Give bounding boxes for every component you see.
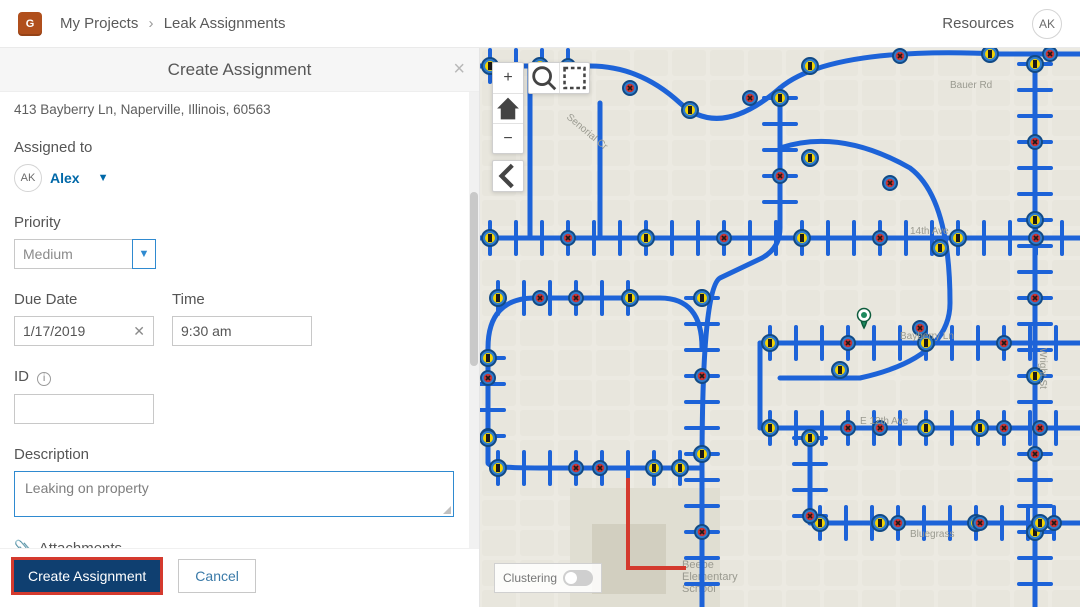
map-search-controls — [528, 62, 590, 94]
panel-footer: Create Assignment Cancel — [0, 548, 479, 607]
select-button[interactable] — [559, 63, 589, 93]
time-label: Time — [172, 291, 312, 308]
address-line: 413 Bayberry Ln, Naperville, Illinois, 6… — [14, 102, 465, 117]
assignee-name: Alex — [50, 170, 80, 186]
cancel-button[interactable]: Cancel — [178, 559, 256, 593]
breadcrumb: My Projects › Leak Assignments — [60, 15, 285, 32]
info-icon[interactable]: i — [37, 372, 51, 386]
previous-extent-button[interactable] — [493, 161, 523, 191]
field-description: Description Leaking on property — [14, 446, 465, 517]
map-label-bluegrass: Bluegrass — [910, 529, 954, 540]
clustering-bar: Clustering — [494, 563, 602, 593]
attachments-row[interactable]: 📎 Attachments — [14, 539, 465, 548]
assignee-picker[interactable]: AK Alex ▼ — [14, 164, 465, 192]
map-svg: Beebe Elementary School — [480, 48, 1080, 607]
breadcrumb-sep: › — [149, 15, 154, 32]
description-value: Leaking on property — [25, 480, 149, 496]
field-assigned-to: Assigned to AK Alex ▼ — [14, 139, 465, 192]
due-date-label: Due Date — [14, 291, 154, 308]
clustering-label: Clustering — [503, 571, 557, 585]
chevron-down-icon[interactable]: ▼ — [132, 239, 156, 269]
zoom-in-button[interactable]: + — [493, 63, 523, 93]
create-assignment-button[interactable]: Create Assignment — [14, 560, 160, 592]
map-label-wright: Wright St — [1037, 348, 1048, 389]
map-prev-extent — [492, 160, 524, 192]
map-label-bauer: Bauer Rd — [950, 80, 992, 91]
search-icon — [529, 63, 559, 93]
app-logo: G — [18, 12, 42, 36]
time-input[interactable]: 9:30 am — [172, 316, 312, 346]
clustering-toggle[interactable] — [563, 570, 593, 586]
attachments-label: Attachments — [39, 540, 122, 549]
assigned-to-label: Assigned to — [14, 139, 465, 156]
due-date-input[interactable]: 1/17/2019 ✕ — [14, 316, 154, 346]
side-panel: Create Assignment × 413 Bayberry Ln, Nap… — [0, 48, 480, 607]
search-button[interactable] — [529, 63, 559, 93]
due-date-value: 1/17/2019 — [23, 323, 85, 339]
close-icon[interactable]: × — [453, 58, 465, 81]
description-label: Description — [14, 446, 465, 463]
chevron-left-icon — [493, 161, 523, 191]
panel-title: Create Assignment — [168, 60, 312, 80]
field-due: Due Date 1/17/2019 ✕ Time 9:30 am — [14, 291, 465, 346]
priority-value: Medium — [14, 239, 132, 269]
assignee-avatar: AK — [14, 164, 42, 192]
panel-scrollbar[interactable] — [469, 92, 479, 548]
breadcrumb-leaf[interactable]: Leak Assignments — [164, 15, 286, 32]
map-label-14th: 14th Ave — [910, 226, 949, 237]
app-header: G My Projects › Leak Assignments Resourc… — [0, 0, 1080, 48]
field-priority: Priority Medium ▼ — [14, 214, 465, 269]
home-button[interactable] — [493, 93, 523, 123]
paperclip-icon: 📎 — [14, 539, 33, 548]
user-avatar[interactable]: AK — [1032, 9, 1062, 39]
home-icon — [493, 94, 523, 123]
resources-link[interactable]: Resources — [942, 15, 1014, 32]
map-label-12th: E 12th Ave — [860, 416, 909, 427]
description-input[interactable]: Leaking on property — [14, 471, 454, 517]
map-zoom-controls: + − — [492, 62, 524, 154]
map-canvas[interactable]: Beebe Elementary School — [480, 48, 1080, 607]
panel-header: Create Assignment × — [0, 48, 479, 92]
breadcrumb-root[interactable]: My Projects — [60, 15, 138, 32]
chevron-down-icon[interactable]: ▼ — [98, 173, 109, 184]
panel-body: 413 Bayberry Ln, Naperville, Illinois, 6… — [0, 92, 479, 548]
zoom-out-button[interactable]: − — [493, 123, 523, 153]
priority-label: Priority — [14, 214, 465, 231]
map-label-bayberry: Bayberry Ln — [900, 331, 954, 342]
id-input[interactable] — [14, 394, 154, 424]
scrollbar-thumb[interactable] — [470, 192, 478, 365]
field-id: ID i — [14, 368, 465, 424]
select-rect-icon — [560, 63, 589, 93]
id-label: ID i — [14, 368, 465, 386]
clear-icon[interactable]: ✕ — [133, 323, 145, 340]
priority-select[interactable]: Medium ▼ — [14, 239, 156, 269]
time-value: 9:30 am — [181, 323, 232, 339]
